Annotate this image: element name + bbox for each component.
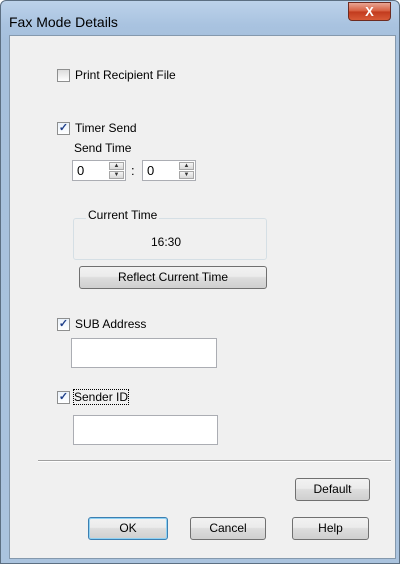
reflect-current-time-button[interactable]: Reflect Current Time — [79, 266, 267, 289]
default-button[interactable]: Default — [295, 478, 370, 501]
timer-send-label: Timer Send — [75, 121, 137, 135]
hour-up-arrow-icon[interactable]: ▲ — [109, 162, 124, 170]
sender-id-label: Sender ID — [72, 389, 130, 405]
current-time-value: 16:30 — [151, 235, 182, 249]
cancel-button[interactable]: Cancel — [190, 517, 266, 540]
timer-send-checkbox[interactable]: ✓ — [57, 122, 70, 135]
sub-address-label: SUB Address — [75, 317, 147, 331]
checkmark-icon: ✓ — [58, 391, 69, 403]
hour-spin-buttons: ▲ ▼ — [109, 162, 124, 179]
sub-address-checkbox[interactable]: ✓ — [57, 318, 70, 331]
minute-down-arrow-icon[interactable]: ▼ — [179, 171, 194, 179]
hour-down-arrow-icon[interactable]: ▼ — [109, 171, 124, 179]
help-button[interactable]: Help — [292, 517, 369, 540]
close-button[interactable]: X — [348, 2, 391, 21]
sender-id-input[interactable] — [73, 415, 218, 445]
time-separator: : — [131, 163, 135, 178]
current-time-group-label: Current Time — [86, 208, 160, 222]
send-time-minute-spinner[interactable]: 0 ▲ ▼ — [142, 160, 196, 181]
minute-up-arrow-icon[interactable]: ▲ — [179, 162, 194, 170]
send-time-hour-spinner[interactable]: 0 ▲ ▼ — [72, 160, 126, 181]
send-time-hour-value: 0 — [77, 163, 85, 178]
sender-id-checkbox[interactable]: ✓ — [57, 391, 70, 404]
ok-button[interactable]: OK — [88, 517, 168, 540]
checkmark-icon: ✓ — [58, 122, 69, 134]
print-recipient-file-label: Print Recipient File — [75, 68, 176, 82]
minute-spin-buttons: ▲ ▼ — [179, 162, 194, 179]
separator-line — [38, 460, 391, 462]
dialog-body: Print Recipient File ✓ Timer Send Send T… — [9, 35, 396, 559]
checkmark-icon: ✓ — [58, 318, 69, 330]
sub-address-input[interactable] — [71, 338, 217, 368]
send-time-minute-value: 0 — [147, 163, 155, 178]
window-title: Fax Mode Details — [9, 14, 118, 30]
print-recipient-file-checkbox[interactable] — [57, 69, 70, 82]
close-icon: X — [365, 4, 374, 19]
dialog-window: Fax Mode Details X Print Recipient File … — [0, 0, 400, 564]
send-time-label: Send Time — [74, 141, 132, 155]
